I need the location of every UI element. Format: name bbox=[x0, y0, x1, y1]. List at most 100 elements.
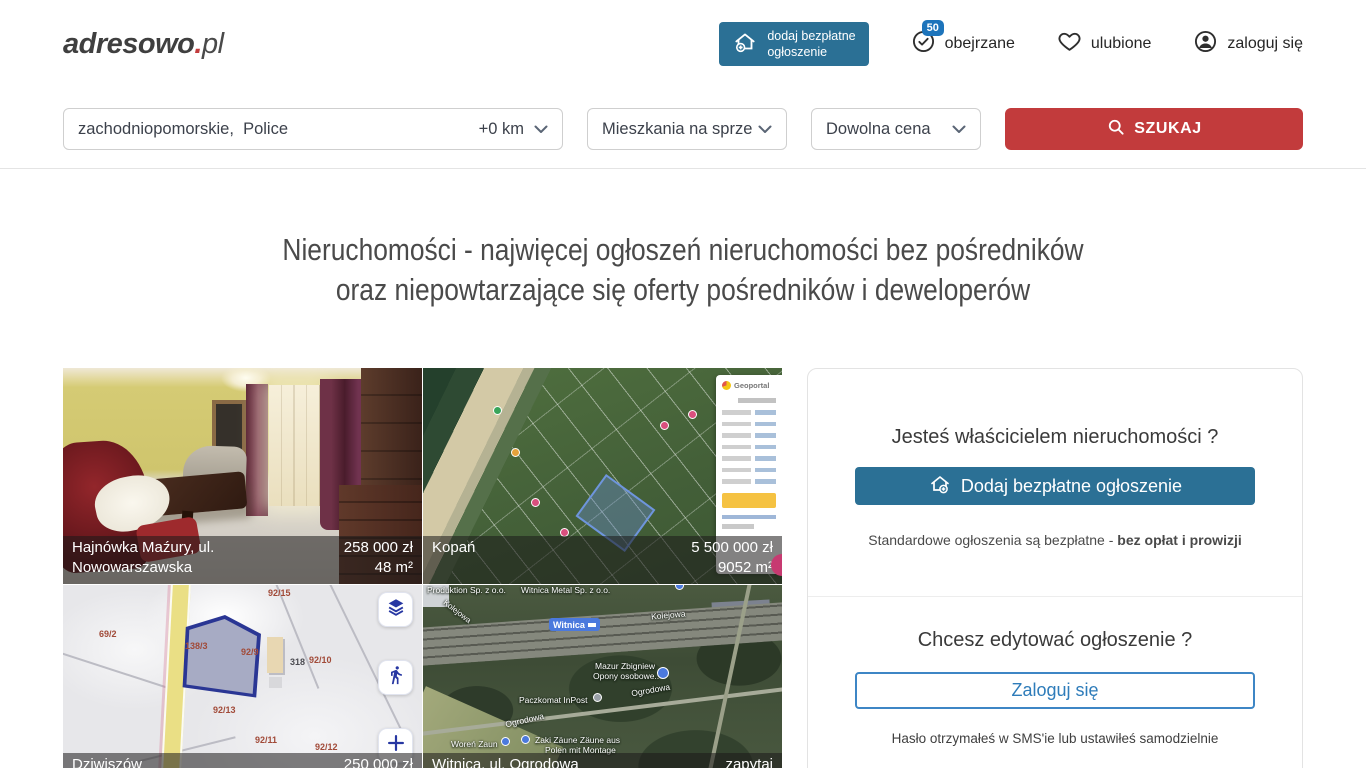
viewed-label: obejrzane bbox=[945, 35, 1015, 53]
map-label: Ogrodowa bbox=[630, 682, 670, 699]
search-button[interactable]: SZUKAJ bbox=[1005, 108, 1303, 150]
map-marker bbox=[688, 410, 697, 419]
category-value: Mieszkania na sprzedaż bbox=[602, 120, 752, 139]
station-label: Witnica bbox=[553, 620, 585, 630]
map-marker bbox=[511, 448, 520, 457]
listing-caption: Kopań 5 500 000 zł 9052 m² bbox=[423, 536, 782, 584]
parcel-number: 92/12 bbox=[315, 742, 338, 752]
geoportal-button bbox=[722, 493, 776, 508]
chevron-down-icon bbox=[952, 120, 966, 139]
map-pin bbox=[657, 667, 669, 679]
location-input[interactable]: zachodniopomorskie, Police +0 km bbox=[63, 108, 563, 150]
free-note-bold: bez opłat i prowizji bbox=[1117, 532, 1241, 548]
header-divider bbox=[0, 168, 1366, 169]
edit-heading: Chcesz edytować ogłoszenie ? bbox=[808, 626, 1302, 654]
map-label: Woreń Zaun bbox=[451, 739, 498, 749]
map-label: Kolejowa bbox=[442, 598, 473, 625]
add-free-listing-label: Dodaj bezpłatne ogłoszenie bbox=[961, 476, 1182, 497]
listing-price-area: 250 000 zł bbox=[344, 755, 413, 768]
chevron-down-icon bbox=[534, 120, 548, 139]
favorites-label: ulubione bbox=[1091, 35, 1152, 53]
listing-title: Hajnówka Maźury, ul. Nowowarszawska bbox=[72, 538, 214, 578]
search-button-label: SZUKAJ bbox=[1134, 120, 1202, 138]
map-pin bbox=[501, 737, 510, 746]
building bbox=[269, 677, 282, 688]
listing-card-hajnowka[interactable]: Hajnówka Maźury, ul. Nowowarszawska 258 … bbox=[63, 368, 422, 584]
parcel-boundary bbox=[63, 647, 180, 692]
listing-caption: Hajnówka Maźury, ul. Nowowarszawska 258 … bbox=[63, 536, 422, 584]
parcel-number: 92/11 bbox=[255, 735, 277, 745]
page-title-line1: Nieruchomości - najwięcej ogłoszeń nieru… bbox=[102, 230, 1263, 270]
train-icon bbox=[588, 621, 596, 629]
map-marker bbox=[531, 498, 540, 507]
site-logo[interactable]: adresowo.pl bbox=[63, 28, 224, 61]
parcel-number: 92/10 bbox=[309, 655, 332, 665]
parcel-number: 69/2 bbox=[99, 629, 117, 639]
price-select[interactable]: Dowolna cena bbox=[811, 108, 981, 150]
house-plus-icon bbox=[928, 472, 952, 501]
category-select[interactable]: Mieszkania na sprzedaż bbox=[587, 108, 787, 150]
listing-caption: Dziwiszów 250 000 zł bbox=[63, 753, 422, 768]
geoportal-brand: Geoportal bbox=[734, 381, 769, 390]
password-hint: Hasło otrzymałeś w SMS'ie lub ustawiłeś … bbox=[808, 731, 1302, 746]
map-label: Mazur Zbigniew bbox=[595, 661, 655, 671]
heart-icon bbox=[1057, 29, 1082, 59]
listing-title: Dziwiszów bbox=[72, 755, 142, 768]
listing-card-witnica[interactable]: Produktion Sp. z o.o. Witnica Metal Sp. … bbox=[423, 585, 782, 768]
main-content: Hajnówka Maźury, ul. Nowowarszawska 258 … bbox=[63, 368, 1303, 768]
card-divider bbox=[808, 596, 1302, 597]
parcel-number: 318 bbox=[290, 657, 305, 667]
listing-price-area: 5 500 000 zł 9052 m² bbox=[691, 538, 773, 578]
map-pin bbox=[521, 735, 530, 744]
listing-title: Witnica, ul. Ogrodowa bbox=[432, 755, 579, 768]
listing-price-area: zapytaj bbox=[725, 755, 773, 768]
geoportal-logo-icon bbox=[722, 381, 731, 390]
page-title: Nieruchomości - najwięcej ogłoszeń nieru… bbox=[0, 230, 1366, 310]
site-header: adresowo.pl dodaj bezpłatneogłoszenie 50… bbox=[0, 0, 1366, 88]
map-marker bbox=[493, 406, 502, 415]
map-pin bbox=[593, 693, 602, 702]
viewed-link[interactable]: 50 obejrzane bbox=[911, 29, 1015, 59]
add-listing-button[interactable]: dodaj bezpłatneogłoszenie bbox=[719, 22, 868, 67]
login-button[interactable]: Zaloguj się bbox=[855, 672, 1255, 709]
parcel-number: 92/15 bbox=[268, 588, 291, 598]
listing-caption: Witnica, ul. Ogrodowa zapytaj bbox=[423, 753, 782, 768]
add-listing-label: dodaj bezpłatneogłoszenie bbox=[767, 28, 855, 61]
header-nav: dodaj bezpłatneogłoszenie 50 obejrzane u… bbox=[719, 22, 1303, 67]
listing-title: Kopań bbox=[432, 538, 475, 558]
add-free-listing-button[interactable]: Dodaj bezpłatne ogłoszenie bbox=[855, 467, 1255, 505]
logo-dot: . bbox=[194, 28, 202, 60]
parcel-number: 92/9 bbox=[241, 647, 259, 657]
map-label: Ogrodowa bbox=[504, 711, 544, 730]
map-label: Zaki Zäune Zäune aus bbox=[535, 735, 620, 745]
owner-panel: Jesteś właścicielem nieruchomości ? Doda… bbox=[807, 368, 1303, 768]
map-layers-button bbox=[378, 592, 413, 627]
parcel-number: 92/13 bbox=[213, 705, 236, 715]
login-button-label: Zaloguj się bbox=[1011, 680, 1098, 701]
map-label: Opony osobowe.. bbox=[593, 671, 659, 681]
curtain-left bbox=[246, 384, 268, 516]
login-link[interactable]: zaloguj się bbox=[1193, 29, 1303, 59]
map-label: Paczkomat InPost bbox=[519, 695, 588, 705]
pedestrian-icon bbox=[386, 665, 406, 690]
owner-heading: Jesteś właścicielem nieruchomości ? bbox=[808, 423, 1302, 451]
listing-card-kopan[interactable]: Geoportal Kopań 5 500 00 bbox=[423, 368, 782, 584]
page-title-line2: oraz niepowtarzające się oferty pośredni… bbox=[102, 270, 1263, 310]
radius-value: +0 km bbox=[479, 120, 524, 139]
window bbox=[269, 385, 321, 506]
layers-icon bbox=[385, 596, 407, 623]
station-badge: Witnica bbox=[549, 618, 600, 631]
favorites-link[interactable]: ulubione bbox=[1057, 29, 1152, 59]
logo-tld: pl bbox=[202, 28, 224, 60]
parcel-number: 138/3 bbox=[185, 641, 208, 651]
map-label: Witnica Metal Sp. z o.o. bbox=[521, 585, 610, 595]
search-icon bbox=[1106, 117, 1126, 142]
price-value: Dowolna cena bbox=[826, 120, 931, 139]
building bbox=[267, 637, 283, 673]
radius-dropdown[interactable]: +0 km bbox=[479, 120, 548, 139]
map-marker bbox=[660, 421, 669, 430]
railway bbox=[423, 602, 782, 667]
listing-card-dziwiszow[interactable]: 92/15 69/2 138/3 92/9 318 92/10 92/13 92… bbox=[63, 585, 422, 768]
free-note: Standardowe ogłoszenia są bezpłatne - be… bbox=[808, 532, 1302, 548]
map-label: Produktion Sp. z o.o. bbox=[427, 585, 506, 595]
